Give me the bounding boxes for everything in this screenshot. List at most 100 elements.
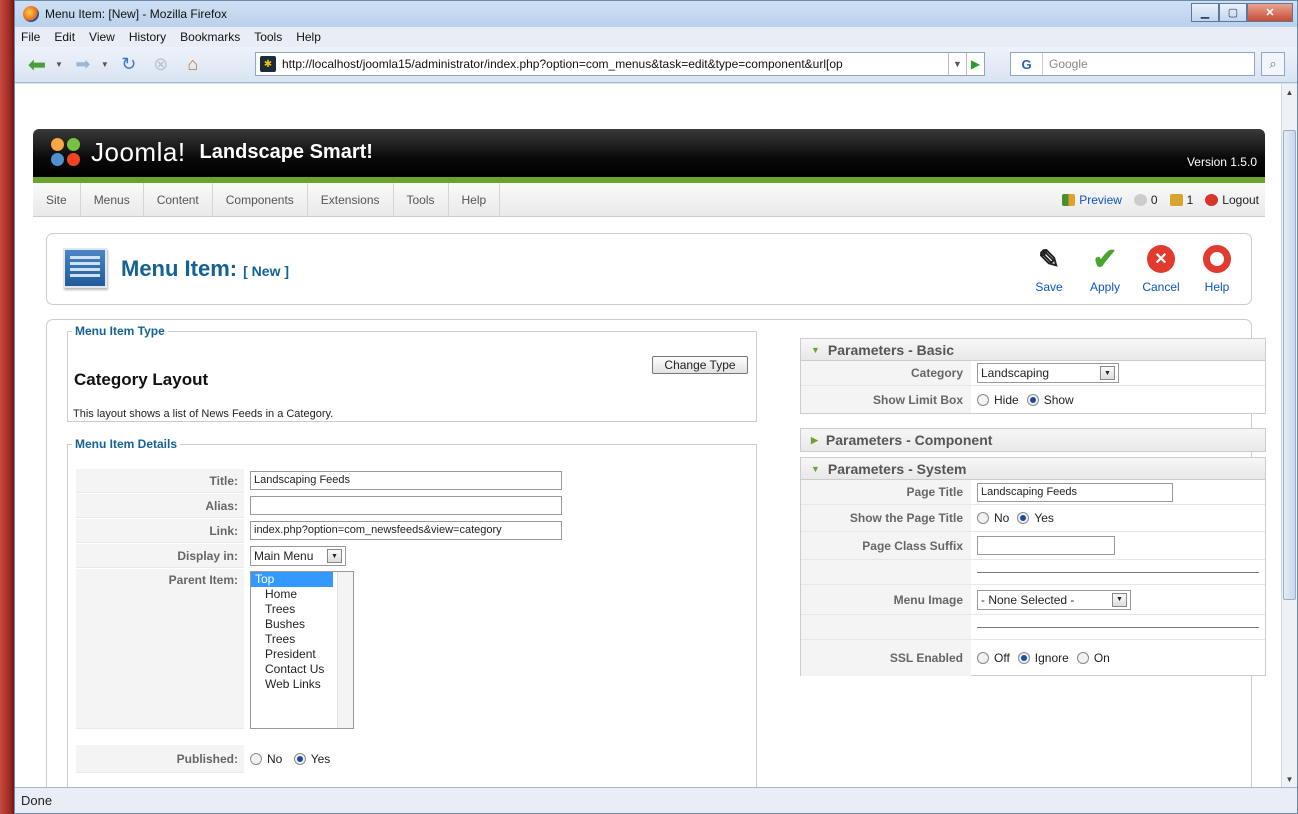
- display-in-select[interactable]: Main Menu ▼: [250, 546, 346, 566]
- forward-history-dropdown-icon[interactable]: ▼: [101, 60, 109, 69]
- ssl-on-radio[interactable]: On: [1076, 651, 1110, 665]
- forward-icon[interactable]: ➡: [69, 51, 97, 79]
- status-text: Done: [21, 793, 53, 808]
- users-icon: [1169, 194, 1183, 206]
- back-history-dropdown-icon[interactable]: ▼: [55, 60, 63, 69]
- cancel-button[interactable]: ✕ Cancel: [1135, 242, 1187, 294]
- search-icon[interactable]: ⌕: [1261, 52, 1285, 76]
- menu-view[interactable]: View: [89, 30, 115, 44]
- alias-row: Alias:: [76, 494, 752, 518]
- link-input[interactable]: index.php?option=com_newsfeeds&view=cate…: [250, 521, 562, 540]
- page-viewport: Joomla! Landscape Smart! Version 1.5.0 S…: [15, 84, 1281, 787]
- category-value: Landscaping: [981, 366, 1050, 380]
- parameters-component-header[interactable]: ▶ Parameters - Component: [801, 429, 1265, 451]
- menu-file[interactable]: File: [21, 30, 40, 44]
- messages-link[interactable]: 0: [1133, 193, 1158, 207]
- admin-menu-site[interactable]: Site: [33, 182, 81, 217]
- separator-label: [801, 615, 971, 639]
- menu-tools[interactable]: Tools: [254, 30, 282, 44]
- search-engine-icon[interactable]: G: [1011, 53, 1043, 75]
- admin-menu-tools[interactable]: Tools: [394, 182, 449, 217]
- reload-icon[interactable]: ↻: [115, 51, 143, 79]
- menu-item-details-fieldset: Menu Item Details Title: Landscaping Fee…: [67, 437, 757, 787]
- help-button[interactable]: Help: [1191, 242, 1243, 294]
- layout-name: Category Layout: [74, 370, 209, 389]
- show-limit-box-row: Show Limit Box Hide Show: [801, 386, 1265, 413]
- url-history-dropdown-icon[interactable]: ▼: [948, 53, 966, 75]
- menu-history[interactable]: History: [129, 30, 166, 44]
- show-title-yes-radio[interactable]: Yes: [1017, 511, 1054, 525]
- parent-item-listbox[interactable]: Top Home Trees Bushes Trees President Co…: [250, 571, 354, 729]
- close-window-button[interactable]: ✕: [1247, 3, 1293, 22]
- minimize-button[interactable]: ▁: [1191, 3, 1219, 22]
- page-subtitle: [ New ]: [243, 263, 290, 279]
- admin-menu-components[interactable]: Components: [213, 182, 308, 217]
- change-type-button[interactable]: Change Type: [652, 356, 748, 374]
- preview-link[interactable]: Preview: [1062, 193, 1122, 207]
- menu-edit[interactable]: Edit: [54, 30, 75, 44]
- page-scrollbar[interactable]: ▲ ▼: [1281, 84, 1297, 787]
- search-box[interactable]: G Google: [1010, 52, 1255, 76]
- alias-label: Alias:: [76, 494, 244, 518]
- save-label: Save: [1035, 280, 1063, 294]
- maximize-button[interactable]: ▢: [1219, 3, 1247, 22]
- ssl-ignore-radio[interactable]: Ignore: [1017, 651, 1069, 665]
- layout-description: This layout shows a list of News Feeds i…: [73, 408, 334, 420]
- expanded-triangle-icon: ▼: [811, 344, 820, 355]
- users-link[interactable]: 1: [1169, 193, 1193, 207]
- logout-link[interactable]: Logout: [1205, 193, 1259, 207]
- separator-line: [977, 571, 1259, 573]
- limit-hide-label: Hide: [994, 392, 1019, 407]
- url-text[interactable]: http://localhost/joomla15/administrator/…: [282, 57, 962, 71]
- radio-checked-icon: [293, 753, 306, 765]
- page-title-input[interactable]: Landscaping Feeds: [977, 482, 1173, 502]
- menu-help[interactable]: Help: [296, 30, 321, 44]
- show-limit-box-label: Show Limit Box: [801, 386, 971, 413]
- parameters-system-header[interactable]: ▼ Parameters - System: [801, 458, 1265, 480]
- admin-menu-extensions[interactable]: Extensions: [308, 182, 394, 217]
- published-no-radio[interactable]: No: [250, 752, 282, 766]
- menu-image-row: Menu Image - None Selected - ▼: [801, 585, 1265, 615]
- home-icon[interactable]: ⌂: [179, 51, 207, 79]
- go-icon[interactable]: ▶: [966, 53, 984, 75]
- menu-bookmarks[interactable]: Bookmarks: [180, 30, 240, 44]
- show-title-no-radio[interactable]: No: [977, 511, 1009, 525]
- limit-hide-radio[interactable]: Hide: [977, 393, 1019, 407]
- stop-icon[interactable]: ⊗: [147, 51, 175, 79]
- scroll-down-icon[interactable]: ▼: [1282, 771, 1297, 787]
- chevron-down-icon: ▼: [327, 549, 342, 563]
- navigation-toolbar: ⬅ ▼ ➡ ▼ ↻ ⊗ ⌂ ✱ http://localhost/joomla1…: [15, 47, 1297, 83]
- back-icon[interactable]: ⬅: [23, 51, 51, 79]
- ssl-off-radio[interactable]: Off: [977, 651, 1010, 665]
- cancel-icon: ✕: [1147, 245, 1175, 273]
- scrollbar-thumb[interactable]: [1283, 130, 1296, 600]
- alias-input[interactable]: [250, 496, 562, 515]
- title-label: Title:: [76, 469, 244, 493]
- collapsed-triangle-icon: ▶: [811, 434, 818, 445]
- limit-show-radio[interactable]: Show: [1026, 393, 1074, 407]
- page-class-suffix-input[interactable]: [977, 536, 1115, 555]
- published-yes-radio[interactable]: Yes: [293, 752, 331, 766]
- ssl-enabled-row: SSL Enabled Off Ignore On: [801, 640, 1265, 676]
- scroll-up-icon[interactable]: ▲: [1282, 84, 1297, 100]
- admin-menu-content[interactable]: Content: [144, 182, 213, 217]
- admin-menubar: Site Menus Content Components Extensions…: [33, 182, 1265, 217]
- save-button[interactable]: ✎ Save: [1023, 242, 1075, 295]
- apply-button[interactable]: ✔ Apply: [1079, 242, 1131, 295]
- published-yes-label: Yes: [310, 752, 331, 766]
- admin-menu-menus[interactable]: Menus: [81, 182, 144, 217]
- parameters-basic-header[interactable]: ▼ Parameters - Basic: [801, 339, 1265, 361]
- category-select[interactable]: Landscaping ▼: [977, 363, 1119, 383]
- show-title-yes-label: Yes: [1034, 511, 1054, 525]
- parameters-basic-title: Parameters - Basic: [827, 341, 954, 358]
- menu-image-select[interactable]: - None Selected - ▼: [977, 589, 1131, 610]
- list-item[interactable]: Top: [251, 572, 333, 587]
- admin-menu-help[interactable]: Help: [449, 182, 501, 217]
- chevron-down-icon: ▼: [1100, 366, 1115, 380]
- listbox-scrollbar[interactable]: [337, 572, 353, 728]
- title-input[interactable]: Landscaping Feeds: [250, 471, 562, 490]
- display-in-label: Display in:: [76, 544, 244, 568]
- category-label: Category: [801, 361, 971, 385]
- address-bar[interactable]: ✱ http://localhost/joomla15/administrato…: [255, 52, 985, 76]
- search-input[interactable]: Google: [1043, 57, 1088, 71]
